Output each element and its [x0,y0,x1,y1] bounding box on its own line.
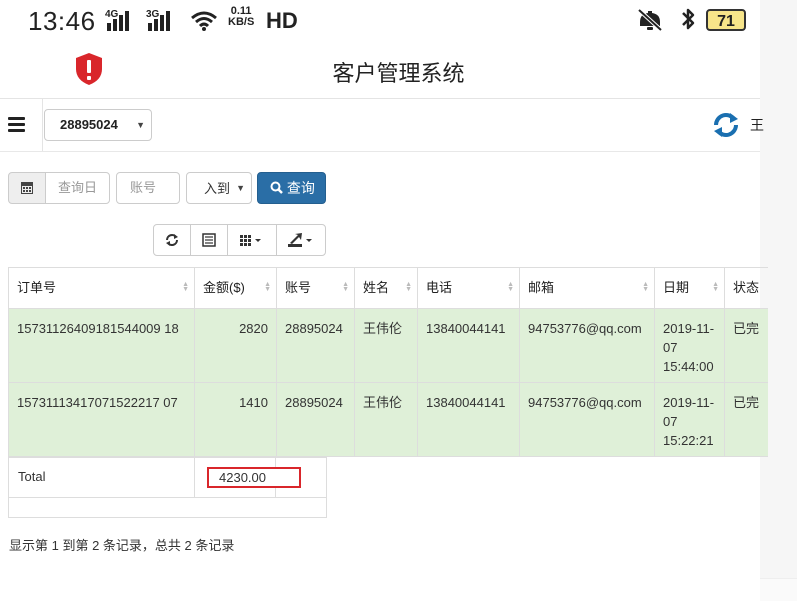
refresh-icon[interactable] [710,109,742,141]
account-select-value: 28895024 [60,117,118,132]
cell-email: 94753776@qq.com [519,382,655,457]
cell-email: 94753776@qq.com [519,308,655,383]
column-header-name[interactable]: 姓名 ▲ ▼ [354,267,418,309]
cell-date: 2019-11-07 15:44:00 [654,308,725,383]
cell-account: 28895024 [276,382,355,457]
status-bar: 13:46 4G 3G 0.11 KB/S HD 71 [0,0,760,44]
type-select-value: 入到 [204,181,231,196]
app-title: 客户管理系统 [332,61,465,86]
table-header-row: 订单号 ▲ ▼ 金额($) ▲ ▼ 账号 ▲ ▼ 姓名 ▲ ▼ 电话 ▲ ▼ 邮箱 ▲ ▼ 日期 ▲ ▼ 状… [8,267,768,309]
bluetooth-icon [680,6,696,38]
table-row[interactable]: 15731126409181544009 18 2820 28895024 王伟… [8,308,768,383]
signal-4g-label: 4G [105,9,119,20]
calendar-icon[interactable] [8,172,46,204]
orders-table-container: 订单号 ▲ ▼ 金额($) ▲ ▼ 账号 ▲ ▼ 姓名 ▲ ▼ 电话 ▲ ▼ 邮箱 ▲ ▼ 日期 ▲ ▼ 状… [8,267,768,457]
cell-status: 已完 [724,308,768,383]
signal-3g-label: 3G [146,9,160,20]
column-header-order-no[interactable]: 订单号 ▲ ▼ [8,267,195,309]
toggle-view-button[interactable] [190,224,228,256]
orders-table: 订单号 ▲ ▼ 金额($) ▲ ▼ 账号 ▲ ▼ 姓名 ▲ ▼ 电话 ▲ ▼ 邮箱 ▲ ▼ 日期 ▲ ▼ 状… [8,267,768,457]
pagination-info: 显示第 1 到第 2 条记录，总共 2 条记录 [9,538,235,553]
battery-indicator: 71 [706,9,746,31]
column-header-amount[interactable]: 金额($) ▲ ▼ [194,267,277,309]
column-header-status[interactable]: 状态 [724,267,768,309]
hd-voice-label: HD [266,8,298,33]
menu-icon[interactable] [8,117,25,135]
cell-date: 2019-11-07 15:22:21 [654,382,725,457]
export-button[interactable] [276,224,326,256]
column-header-date[interactable]: 日期 ▲ ▼ [654,267,725,309]
total-amount-cell: 4230.00 [195,458,301,497]
query-button[interactable]: 查询 [257,172,326,204]
cell-order-no: 15731126409181544009 18 [8,308,195,383]
cell-name: 王伟伦 [354,308,418,383]
cell-status: 已完 [724,382,768,457]
sort-icon: ▲ ▼ [182,281,189,293]
app-header: 客户管理系统 [0,44,760,99]
query-date-input[interactable]: 查询日 [45,172,110,204]
account-select[interactable]: 28895024 ▼ [44,109,152,141]
caret-down-icon: ▼ [236,183,245,193]
cell-phone: 13840044141 [417,382,520,457]
user-name[interactable]: 王 [750,115,764,135]
network-speed: 0.11 KB/S [228,6,254,28]
cell-account: 28895024 [276,308,355,383]
wifi-icon [190,10,218,38]
total-label: Total [9,458,195,497]
account-input[interactable]: 账号 [116,172,180,204]
sort-icon: ▲ ▼ [642,281,649,293]
search-icon [270,180,283,196]
cell-order-no: 15731113417071522217 07 [8,382,195,457]
column-header-email[interactable]: 邮箱 ▲ ▼ [519,267,655,309]
table-refresh-button[interactable] [153,224,191,256]
right-edge-footer [760,578,797,601]
cell-amount: 1410 [194,382,277,457]
column-header-phone[interactable]: 电话 ▲ ▼ [417,267,520,309]
columns-button[interactable] [227,224,277,256]
type-select[interactable]: 入到 ▼ [186,172,252,204]
cell-name: 王伟伦 [354,382,418,457]
top-toolbar: 28895024 ▼ 王 [0,99,764,152]
network-speed-unit: KB/S [228,16,255,28]
toolbar-divider [42,99,43,151]
mute-icon [636,8,664,38]
sort-icon: ▲ ▼ [507,281,514,293]
query-button-label: 查询 [286,180,315,196]
table-footer: Total 4230.00 [8,457,327,518]
signal-3g-icon: 3G [146,9,178,31]
table-row[interactable]: 15731113417071522217 07 1410 28895024 王伟… [8,382,768,457]
cell-amount: 2820 [194,308,277,383]
cell-phone: 13840044141 [417,308,520,383]
sort-icon: ▲ ▼ [712,281,719,293]
footer-divider [9,497,326,498]
total-amount-value: 4230.00 [207,467,301,488]
status-time: 13:46 [28,6,96,36]
signal-4g-icon: 4G [105,9,135,31]
sort-icon: ▲ ▼ [264,281,271,293]
caret-down-icon: ▼ [136,120,145,130]
sort-icon: ▲ ▼ [342,281,349,293]
sort-icon: ▲ ▼ [405,281,412,293]
column-header-account[interactable]: 账号 ▲ ▼ [276,267,355,309]
table-toolbar [153,224,326,256]
